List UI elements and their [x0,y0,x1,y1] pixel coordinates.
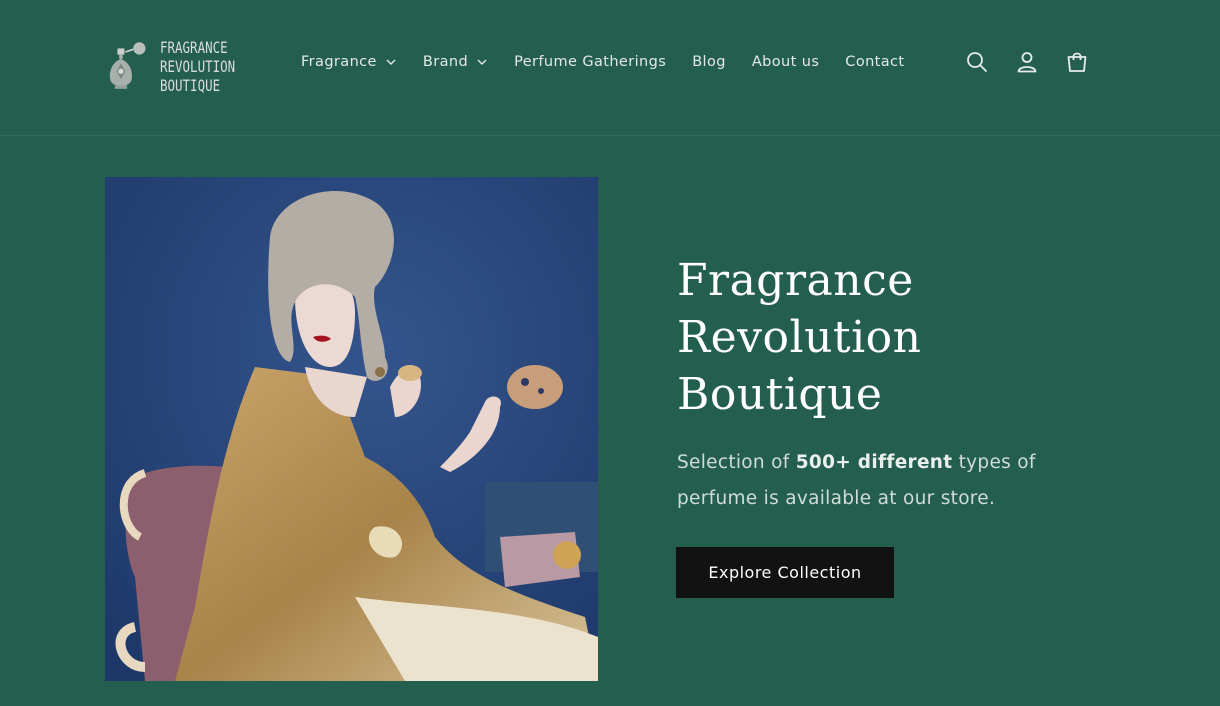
search-icon [967,52,987,72]
logo-line: BOUTIQUE [159,75,220,95]
cart-button[interactable] [1064,49,1090,75]
cart-icon [1067,52,1087,72]
nav-item-label: Perfume Gatherings [514,54,667,70]
hero-image [105,177,598,681]
nav-item-contact[interactable]: Contact [845,54,904,70]
chevron-down-icon [477,59,487,65]
hero-desc-highlight: 500+ different [795,452,953,473]
logo-line: REVOLUTION [159,56,235,76]
explore-collection-button[interactable]: Explore Collection [676,547,894,598]
chevron-down-icon [386,59,396,65]
nav-item-brand[interactable]: Brand [423,54,488,70]
hero-text-block: Fragrance Revolution Boutique Selection … [677,252,1117,517]
nav-item-fragrance[interactable]: Fragrance [301,54,397,70]
nav-item-about-us[interactable]: About us [752,54,819,70]
hero-title: Fragrance Revolution Boutique [677,252,1117,423]
nav-item-label: Fragrance [301,54,377,70]
search-button[interactable] [964,49,990,75]
hero-title-line: Boutique [677,369,883,420]
hero-description: Selection of 500+ different types of per… [677,445,1057,517]
account-button[interactable] [1014,49,1040,75]
logo-wordmark: FRAGRANCE REVOLUTION BOUTIQUE [160,38,235,95]
hero-title-line: Fragrance [677,255,914,306]
nav-item-perfume-gatherings[interactable]: Perfume Gatherings [514,54,666,70]
perfume-bottle-icon [109,42,146,89]
nav-item-label: Contact [845,54,905,70]
logo-line: FRAGRANCE [159,37,228,57]
site-header: FRAGRANCE REVOLUTION BOUTIQUE Fragrance … [0,0,1220,136]
nav-item-blog[interactable]: Blog [692,54,726,70]
nav-item-label: About us [751,54,820,70]
main-nav: Fragrance Brand Perfume Gatherings Blog … [301,50,931,74]
hero-photo-illustration [105,177,598,681]
hero-title-line: Revolution [677,312,922,363]
site-logo[interactable]: FRAGRANCE REVOLUTION BOUTIQUE [106,36,256,96]
hero-desc-prefix: Selection of [677,452,796,473]
account-icon [1017,52,1037,73]
header-icons [964,48,1090,76]
nav-item-label: Blog [692,54,726,70]
nav-item-label: Brand [422,54,469,70]
